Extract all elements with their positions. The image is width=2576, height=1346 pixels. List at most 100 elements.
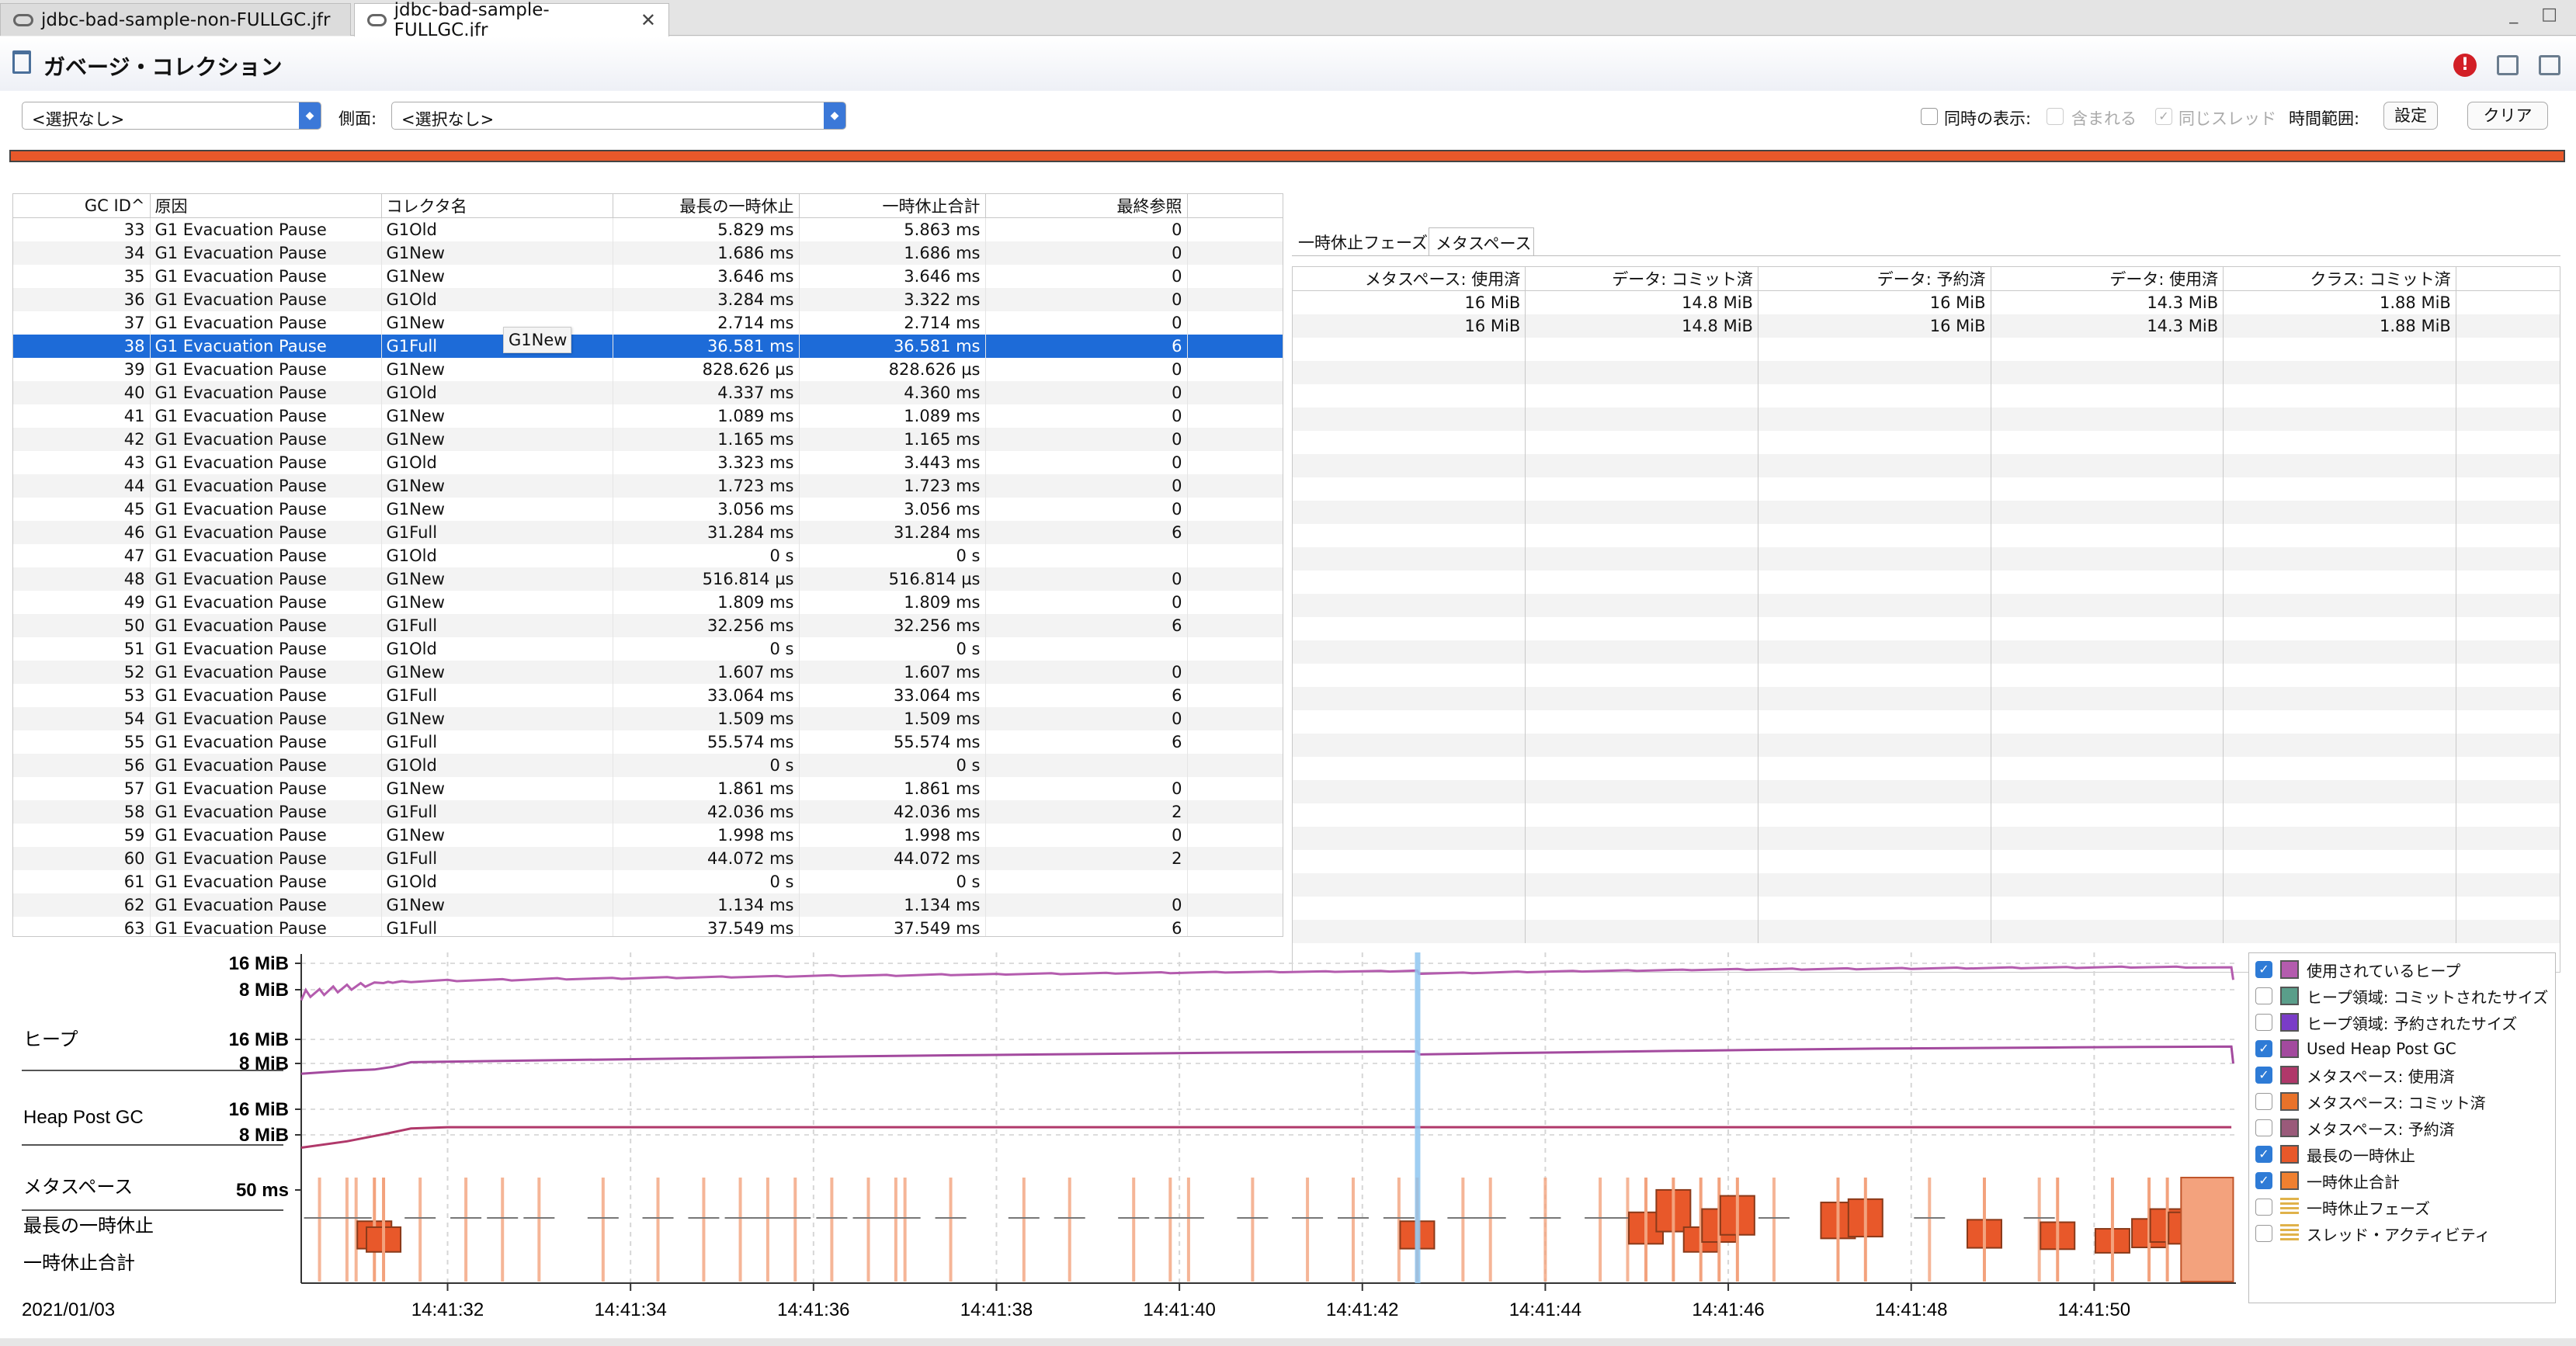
tab-metaspace[interactable]: メタスペース [1429, 227, 1534, 255]
collector-cell: G1New [381, 427, 613, 451]
settings-button[interactable]: 設定 [2383, 102, 2438, 130]
legend-checkbox[interactable] [2255, 1199, 2272, 1216]
simultaneous-checkbox[interactable] [1921, 108, 1938, 125]
legend-checkbox[interactable]: ✓ [2255, 1067, 2272, 1084]
table-row[interactable]: 33 G1 Evacuation Pause G1Old 5.829 ms 5.863 … [13, 217, 1283, 241]
table-row[interactable]: 16 MiB 14.8 MiB 16 MiB 14.3 MiB 1.88 MiB [1293, 314, 2560, 338]
table-row[interactable]: 47 G1 Evacuation Pause G1Old 0 s0 s [13, 543, 1283, 567]
table-row[interactable]: 53 G1 Evacuation Pause G1Full 33.064 ms 33.0… [13, 683, 1283, 707]
table-row[interactable]: 60 G1 Evacuation Pause G1Full 44.072 ms 44.0… [13, 846, 1283, 870]
time-range-selector[interactable] [9, 150, 2565, 162]
legend-item[interactable]: ヒープ領域: コミットされたサイズ [2255, 984, 2548, 1008]
metaspace-cell [1525, 523, 1758, 547]
legend-item[interactable]: 一時休止フェーズ [2255, 1195, 2430, 1219]
table-row[interactable]: 39 G1 Evacuation Pause G1New 828.626 µs 828.… [13, 357, 1283, 381]
table-row[interactable]: 61 G1 Evacuation Pause G1Old 0 s0 s [13, 869, 1283, 893]
legend-checkbox[interactable] [2255, 1014, 2272, 1031]
table-row[interactable]: 34 G1 Evacuation Pause G1New 1.686 ms 1.686 … [13, 241, 1283, 265]
gc-id-cell: 61 [13, 869, 151, 893]
legend-item[interactable]: ✓ 最長の一時休止 [2255, 1143, 2415, 1166]
file-tab-non-fullgc[interactable]: jdbc-bad-sample-non-FULLGC.jfr [0, 3, 351, 36]
table-row[interactable]: 35 G1 Evacuation Pause G1New 3.646 ms 3.646 … [13, 264, 1283, 288]
col-meta-used[interactable]: メタスペース: 使用済 [1293, 267, 1526, 291]
col-final-refs[interactable]: 最終参照 [985, 194, 1188, 218]
col-cause[interactable]: 原因 [150, 194, 382, 218]
table-row[interactable]: 36 G1 Evacuation Pause G1Old 3.284 ms 3.322 … [13, 287, 1283, 311]
table-row[interactable]: 44 G1 Evacuation Pause G1New 1.723 ms 1.723 … [13, 474, 1283, 498]
legend-item[interactable]: ヒープ領域: 予約されたサイズ [2255, 1011, 2517, 1034]
col-data-reserved[interactable]: データ: 予約済 [1758, 267, 1991, 291]
gc-timeline-chart[interactable]: 14:41:32 14:41:34 14:41:36 14:41:38 14:41:40… [0, 948, 2244, 1328]
legend-item[interactable]: メタスペース: 予約済 [2255, 1116, 2455, 1140]
collector-cell: G1New [381, 567, 613, 591]
col-gc-id[interactable]: GC ID^ [13, 194, 151, 218]
legend-checkbox[interactable] [2255, 1225, 2272, 1242]
file-tab-fullgc[interactable]: jdbc-bad-sample-FULLGC.jfr ✕ [354, 0, 669, 40]
table-row[interactable]: 62 G1 Evacuation Pause G1New 1.134 ms 1.134 … [13, 893, 1283, 917]
legend-item[interactable]: ✓ Used Heap Post GC [2255, 1037, 2456, 1060]
table-row[interactable]: 51 G1 Evacuation Pause G1Old 0 s0 s [13, 637, 1283, 661]
gc-id-cell: 45 [13, 497, 151, 521]
table-row[interactable]: 38 G1 Evacuation Pause G1Full 36.581 ms 36.5… [13, 334, 1283, 358]
table-row[interactable]: 16 MiB 14.8 MiB 16 MiB 14.3 MiB 1.88 MiB [1293, 290, 2560, 314]
col-data-used[interactable]: データ: 使用済 [1991, 267, 2224, 291]
col-data-committed[interactable]: データ: コミット済 [1525, 267, 1758, 291]
collector-cell: G1Full [381, 800, 613, 824]
legend-item[interactable]: メタスペース: コミット済 [2255, 1090, 2486, 1113]
same-thread-checkbox[interactable]: ✓ [2155, 108, 2172, 125]
tab-pause-phases[interactable]: 一時休止フェーズ [1292, 227, 1428, 255]
table-row[interactable]: 49 G1 Evacuation Pause G1New 1.809 ms 1.809 … [13, 590, 1283, 614]
aspect-combo[interactable]: <選択なし> ◆ [22, 102, 321, 130]
table-row[interactable]: 57 G1 Evacuation Pause G1New 1.861 ms 1.861 … [13, 776, 1283, 800]
table-row[interactable]: 63 G1 Evacuation Pause G1Full 37.549 ms 37.5… [13, 916, 1283, 936]
legend-item[interactable]: ✓ メタスペース: 使用済 [2255, 1063, 2455, 1087]
longest-pause-cell: 516.814 µs [613, 567, 800, 591]
clear-button[interactable]: クリア [2467, 102, 2548, 130]
legend-checkbox[interactable]: ✓ [2255, 1146, 2272, 1163]
maximize-button[interactable]: □ [2541, 5, 2557, 24]
table-row[interactable]: 55 G1 Evacuation Pause G1Full 55.574 ms 55.5… [13, 730, 1283, 754]
table-row[interactable]: 59 G1 Evacuation Pause G1New 1.998 ms 1.998 … [13, 823, 1283, 847]
gc-id-cell: 35 [13, 264, 151, 288]
table-row[interactable]: 52 G1 Evacuation Pause G1New 1.607 ms 1.607 … [13, 660, 1283, 684]
legend-item[interactable]: ✓ 一時休止合計 [2255, 1169, 2400, 1192]
legend-checkbox[interactable] [2255, 987, 2272, 1004]
error-icon[interactable]: ! [2453, 54, 2477, 77]
legend-item[interactable]: ✓ 使用されているヒープ [2255, 958, 2460, 981]
metaspace-cell [1991, 593, 2224, 617]
x-tick-label: 14:41:36 [777, 1299, 849, 1320]
metaspace-cell [1991, 640, 2224, 664]
longest-pause-cell: 1.165 ms [613, 427, 800, 451]
contains-checkbox[interactable] [2047, 108, 2064, 125]
pause-bar [1132, 1178, 1136, 1282]
legend-item[interactable]: スレッド・アクティビティ [2255, 1222, 2491, 1245]
legend-checkbox[interactable]: ✓ [2255, 1040, 2272, 1057]
edit-icon[interactable] [2497, 55, 2519, 75]
col-class-committed[interactable]: クラス: コミット済 [2223, 267, 2456, 291]
table-row[interactable]: 50 G1 Evacuation Pause G1Full 32.256 ms 32.2… [13, 613, 1283, 637]
table-row[interactable]: 48 G1 Evacuation Pause G1New 516.814 µs 516.… [13, 567, 1283, 591]
table-row[interactable]: 58 G1 Evacuation Pause G1Full 42.036 ms 42.0… [13, 800, 1283, 824]
col-longest-pause[interactable]: 最長の一時休止 [613, 194, 800, 218]
close-icon[interactable]: ✕ [641, 9, 656, 31]
table-row[interactable]: 41 G1 Evacuation Pause G1New 1.089 ms 1.089 … [13, 404, 1283, 428]
table-row[interactable]: 43 G1 Evacuation Pause G1Old 3.323 ms 3.443 … [13, 450, 1283, 474]
table-row[interactable]: 45 G1 Evacuation Pause G1New 3.056 ms 3.056 … [13, 497, 1283, 521]
col-collector[interactable]: コレクタ名 [381, 194, 613, 218]
minimize-button[interactable]: _ [2509, 5, 2518, 24]
table-row[interactable]: 46 G1 Evacuation Pause G1Full 31.284 ms 31.2… [13, 520, 1283, 544]
legend-checkbox[interactable] [2255, 1093, 2272, 1110]
legend-checkbox[interactable]: ✓ [2255, 1172, 2272, 1189]
table-row[interactable]: 42 G1 Evacuation Pause G1New 1.165 ms 1.165 … [13, 427, 1283, 451]
side-combo[interactable]: <選択なし> ◆ [391, 102, 846, 130]
legend-checkbox[interactable] [2255, 1119, 2272, 1136]
table-row[interactable]: 56 G1 Evacuation Pause G1Old 0 s0 s [13, 753, 1283, 777]
empty-row [1293, 360, 2560, 384]
table-row[interactable]: 37 G1 Evacuation Pause G1New 2.714 ms 2.714 … [13, 310, 1283, 335]
legend-checkbox[interactable]: ✓ [2255, 961, 2272, 978]
x-tick-label: 14:41:40 [1143, 1299, 1215, 1320]
col-total-pause[interactable]: 一時休止合計 [799, 194, 986, 218]
table-row[interactable]: 40 G1 Evacuation Pause G1Old 4.337 ms 4.360 … [13, 380, 1283, 404]
layout-icon[interactable] [2539, 55, 2560, 75]
table-row[interactable]: 54 G1 Evacuation Pause G1New 1.509 ms 1.509 … [13, 706, 1283, 730]
